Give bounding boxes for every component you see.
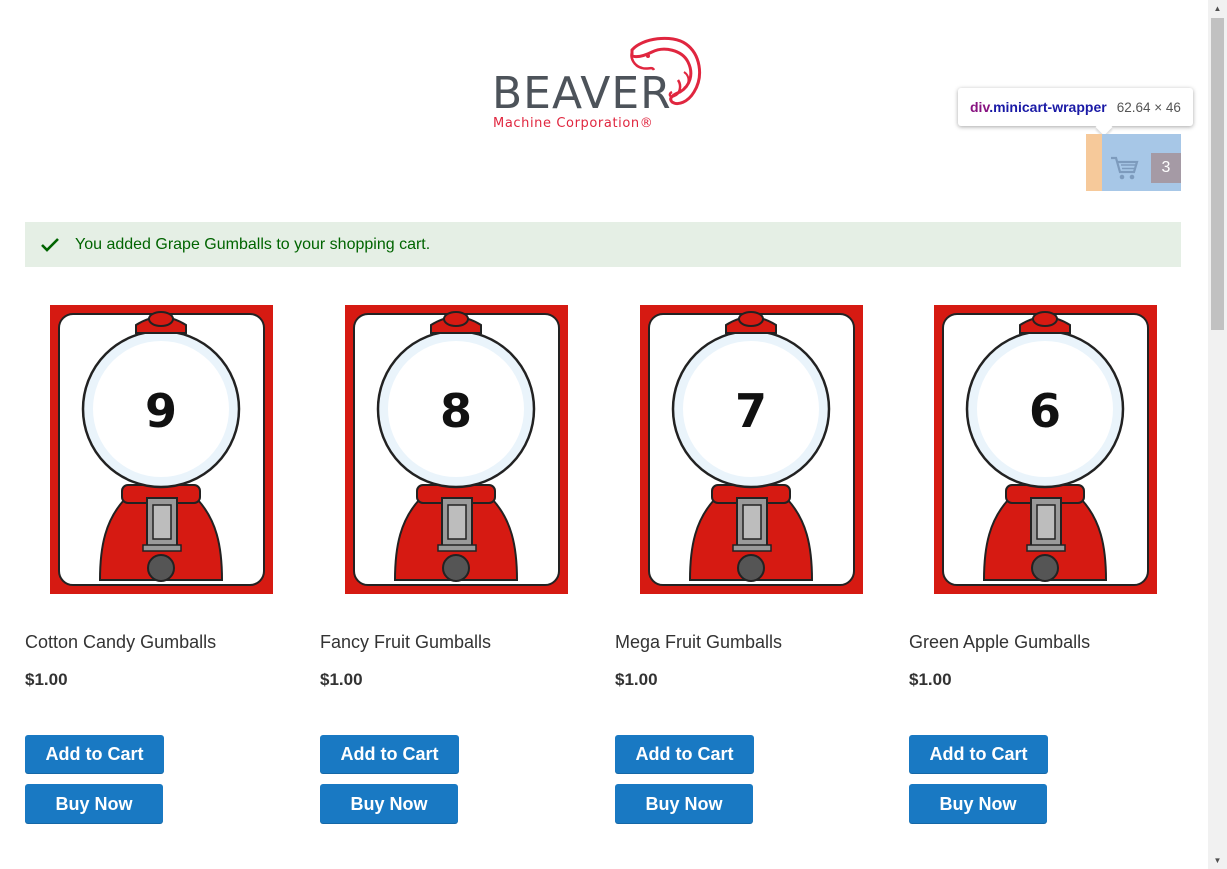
success-message-text: You added Grape Gumballs to your shoppin… (75, 235, 431, 253)
buy-now-button[interactable]: Buy Now (25, 784, 163, 824)
buy-now-button[interactable]: Buy Now (320, 784, 458, 824)
devtools-tag: div (970, 99, 990, 115)
scrollbar-thumb[interactable] (1211, 18, 1224, 330)
product-name[interactable]: Green Apple Gumballs (909, 632, 1090, 653)
devtools-dimensions: 62.64 × 46 (1116, 99, 1181, 115)
check-icon (41, 237, 59, 252)
buy-now-button[interactable]: Buy Now (909, 784, 1047, 824)
product-image[interactable]: 9 (50, 305, 273, 594)
product-price: $1.00 (320, 670, 363, 689)
devtools-selector: div.minicart-wrapper (970, 99, 1107, 115)
gumball-number: 6 (1029, 384, 1061, 438)
gumball-number: 7 (735, 384, 767, 438)
scroll-up-arrow-icon[interactable]: ▲ (1208, 0, 1227, 17)
product-name[interactable]: Mega Fruit Gumballs (615, 632, 782, 653)
minicart-padding-highlight (1086, 134, 1102, 191)
product-image[interactable]: 8 (345, 305, 568, 594)
devtools-inspect-tooltip: div.minicart-wrapper 62.64 × 46 (958, 88, 1193, 126)
devtools-class: .minicart-wrapper (989, 99, 1107, 115)
product-image[interactable]: 6 (934, 305, 1157, 594)
gumball-number: 9 (145, 384, 177, 438)
product-image[interactable]: 7 (640, 305, 863, 594)
logo-wordmark: BEAVER (492, 68, 672, 119)
product-price: $1.00 (909, 670, 952, 689)
minicart-wrapper[interactable]: 3 (1086, 134, 1181, 191)
cart-icon[interactable] (1110, 155, 1140, 181)
page-scrollbar[interactable]: ▲ ▼ (1208, 0, 1227, 869)
buy-now-button[interactable]: Buy Now (615, 784, 753, 824)
minicart-count-badge: 3 (1151, 153, 1181, 183)
product-price: $1.00 (615, 670, 658, 689)
add-to-cart-button[interactable]: Add to Cart (615, 735, 754, 774)
success-message: You added Grape Gumballs to your shoppin… (25, 222, 1181, 267)
product-price: $1.00 (25, 670, 68, 689)
add-to-cart-button[interactable]: Add to Cart (320, 735, 459, 774)
logo-subtitle: Machine Corporation® (493, 116, 654, 131)
product-name[interactable]: Cotton Candy Gumballs (25, 632, 216, 653)
add-to-cart-button[interactable]: Add to Cart (25, 735, 164, 774)
product-name[interactable]: Fancy Fruit Gumballs (320, 632, 491, 653)
store-logo[interactable]: BEAVER Machine Corporation® (492, 36, 712, 136)
add-to-cart-button[interactable]: Add to Cart (909, 735, 1048, 774)
scroll-down-arrow-icon[interactable]: ▼ (1208, 852, 1227, 869)
gumball-number: 8 (440, 384, 472, 438)
